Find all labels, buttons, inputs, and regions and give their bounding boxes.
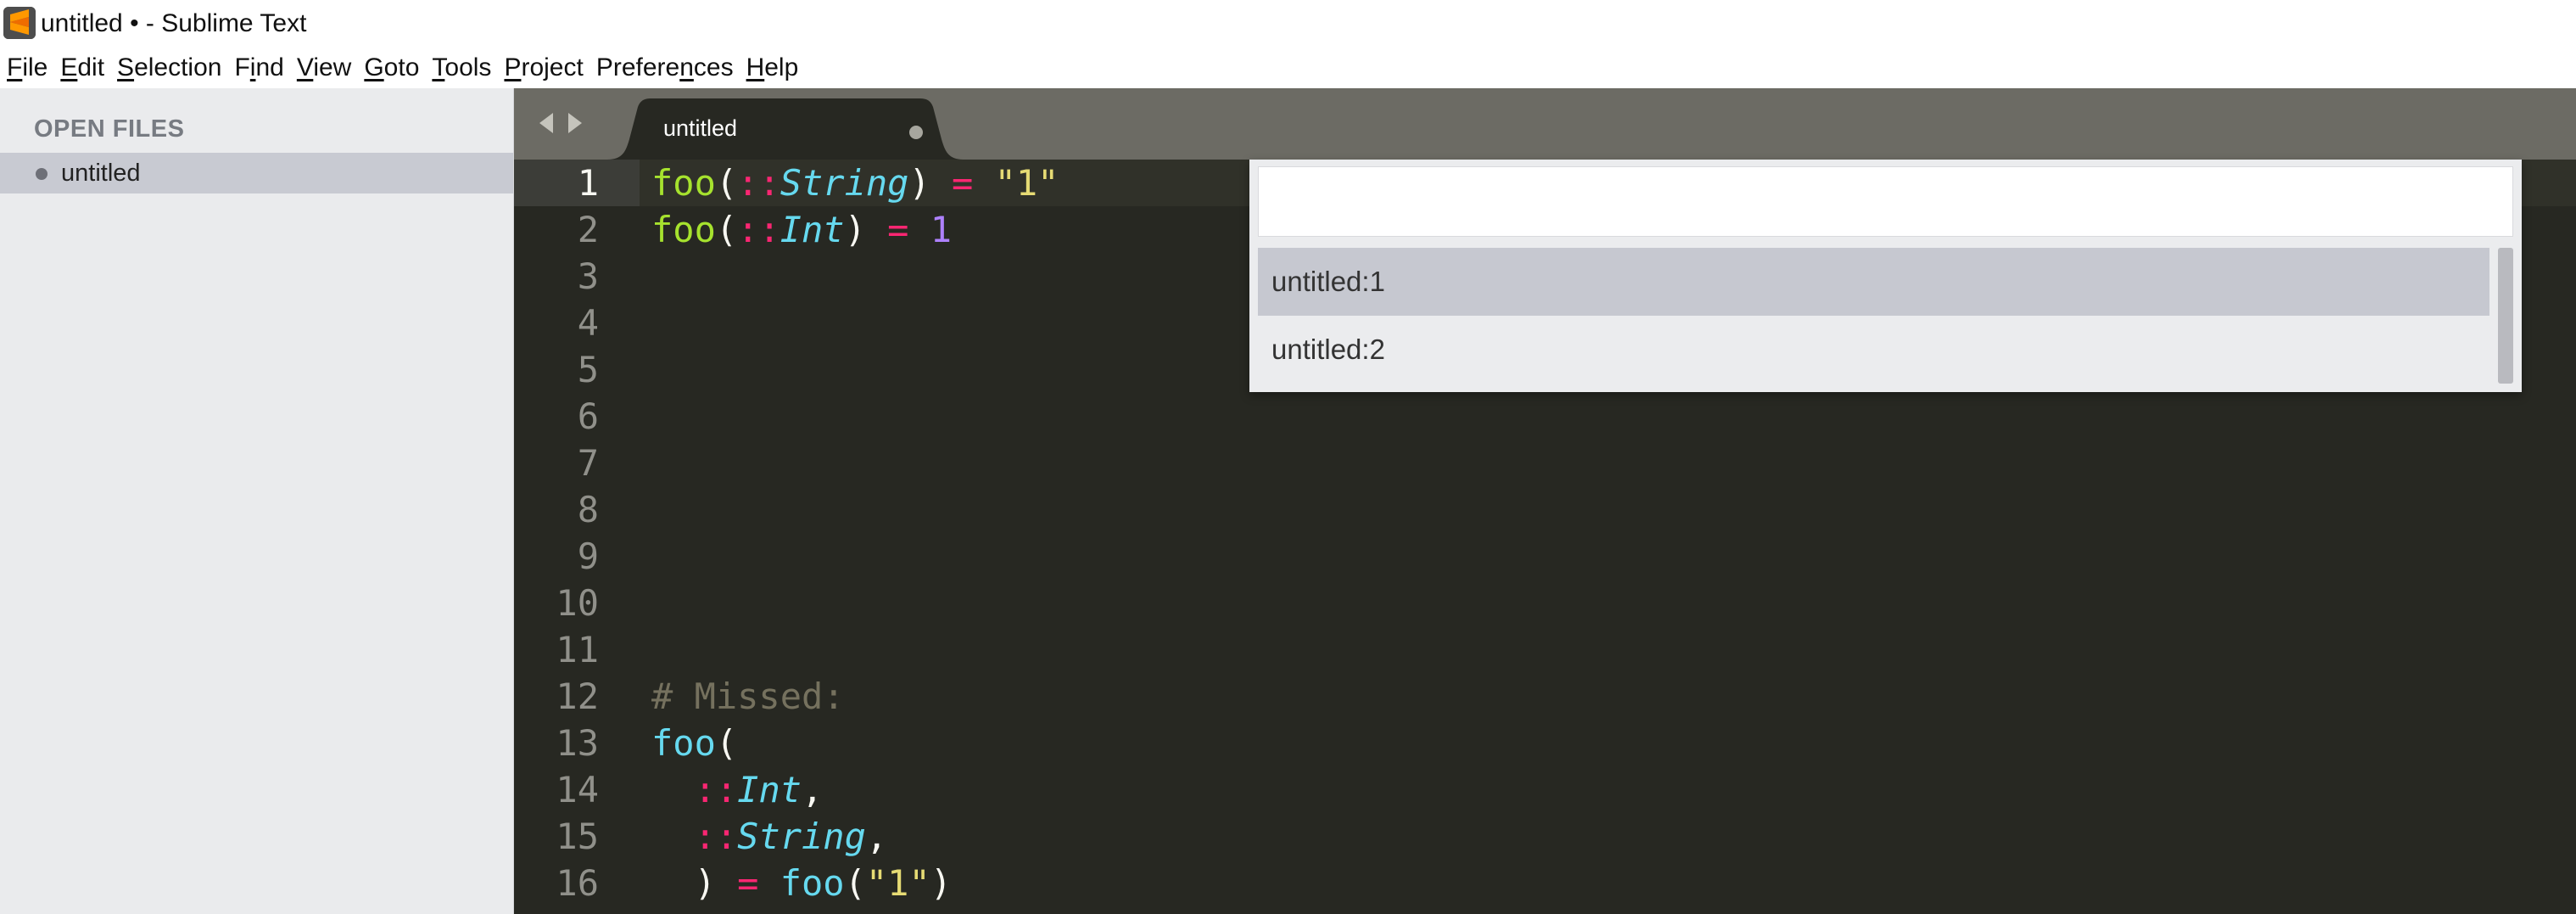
window-title: untitled • - Sublime Text — [41, 9, 307, 37]
quick-panel: untitled:1 untitled:2 — [1249, 160, 2522, 392]
sidebar: OPEN FILES untitled — [0, 88, 514, 914]
tab-bar: untitled — [514, 88, 2576, 160]
code-line-2: foo(::Int) = 1 — [651, 209, 953, 250]
line-number: 3 — [577, 255, 599, 297]
code-line-15: ::String, — [694, 816, 888, 857]
open-files-heading: OPEN FILES — [34, 115, 185, 143]
menu-tools[interactable]: Tools — [432, 49, 504, 88]
line-number: 11 — [556, 629, 599, 670]
line-number: 8 — [577, 489, 599, 530]
quick-panel-item-label: untitled:1 — [1271, 266, 1385, 297]
menu-find[interactable]: Find — [234, 49, 296, 88]
title-bar: untitled • - Sublime Text — [0, 0, 2576, 49]
menu-goto[interactable]: Goto — [364, 49, 432, 88]
sidebar-file-untitled[interactable]: untitled — [0, 153, 513, 193]
line-number: 6 — [577, 395, 599, 437]
line-number: 12 — [556, 676, 599, 717]
menu-selection[interactable]: Selection — [117, 49, 234, 88]
line-number: 4 — [577, 302, 599, 344]
line-number: 5 — [577, 349, 599, 390]
tab-untitled[interactable]: untitled — [607, 98, 964, 160]
line-number: 16 — [556, 862, 599, 904]
quick-panel-item[interactable]: untitled:2 — [1258, 316, 2489, 384]
menu-view[interactable]: View — [297, 49, 364, 88]
line-number: 9 — [577, 536, 599, 577]
arrow-right-icon[interactable] — [565, 110, 585, 136]
tab-label: untitled — [663, 115, 738, 141]
code-line-12: # Missed: — [651, 676, 845, 717]
line-number: 13 — [556, 722, 599, 764]
menu-preferences[interactable]: Preferences — [596, 49, 746, 88]
quick-panel-item-label: untitled:2 — [1271, 334, 1385, 365]
menu-edit[interactable]: Edit — [60, 49, 117, 88]
quick-panel-input[interactable] — [1258, 166, 2513, 237]
line-number: 1 — [577, 162, 599, 204]
menu-project[interactable]: Project — [504, 49, 595, 88]
menu-file[interactable]: File — [7, 49, 60, 88]
menu-bar: File Edit Selection Find View Goto Tools… — [0, 49, 2576, 88]
code-line-1: foo(::String) = "1" — [651, 162, 1059, 204]
unsaved-dot-icon[interactable] — [909, 126, 923, 139]
code-line-16: ) = foo("1") — [694, 862, 953, 904]
line-number: 10 — [556, 582, 599, 624]
line-number: 14 — [556, 769, 599, 810]
tab-nav — [536, 110, 585, 136]
sidebar-file-label: untitled — [61, 160, 141, 187]
code-line-13: foo( — [651, 722, 738, 764]
quick-panel-item[interactable]: untitled:1 — [1258, 248, 2489, 316]
code-line-14: ::Int, — [694, 769, 824, 810]
line-number: 7 — [577, 442, 599, 484]
menu-help[interactable]: Help — [746, 49, 812, 88]
sublime-text-icon — [3, 7, 36, 39]
quick-panel-scrollbar[interactable] — [2498, 248, 2513, 384]
line-number: 15 — [556, 816, 599, 857]
unsaved-dot-icon — [36, 168, 47, 180]
line-number: 2 — [577, 209, 599, 250]
arrow-left-icon[interactable] — [536, 110, 556, 136]
